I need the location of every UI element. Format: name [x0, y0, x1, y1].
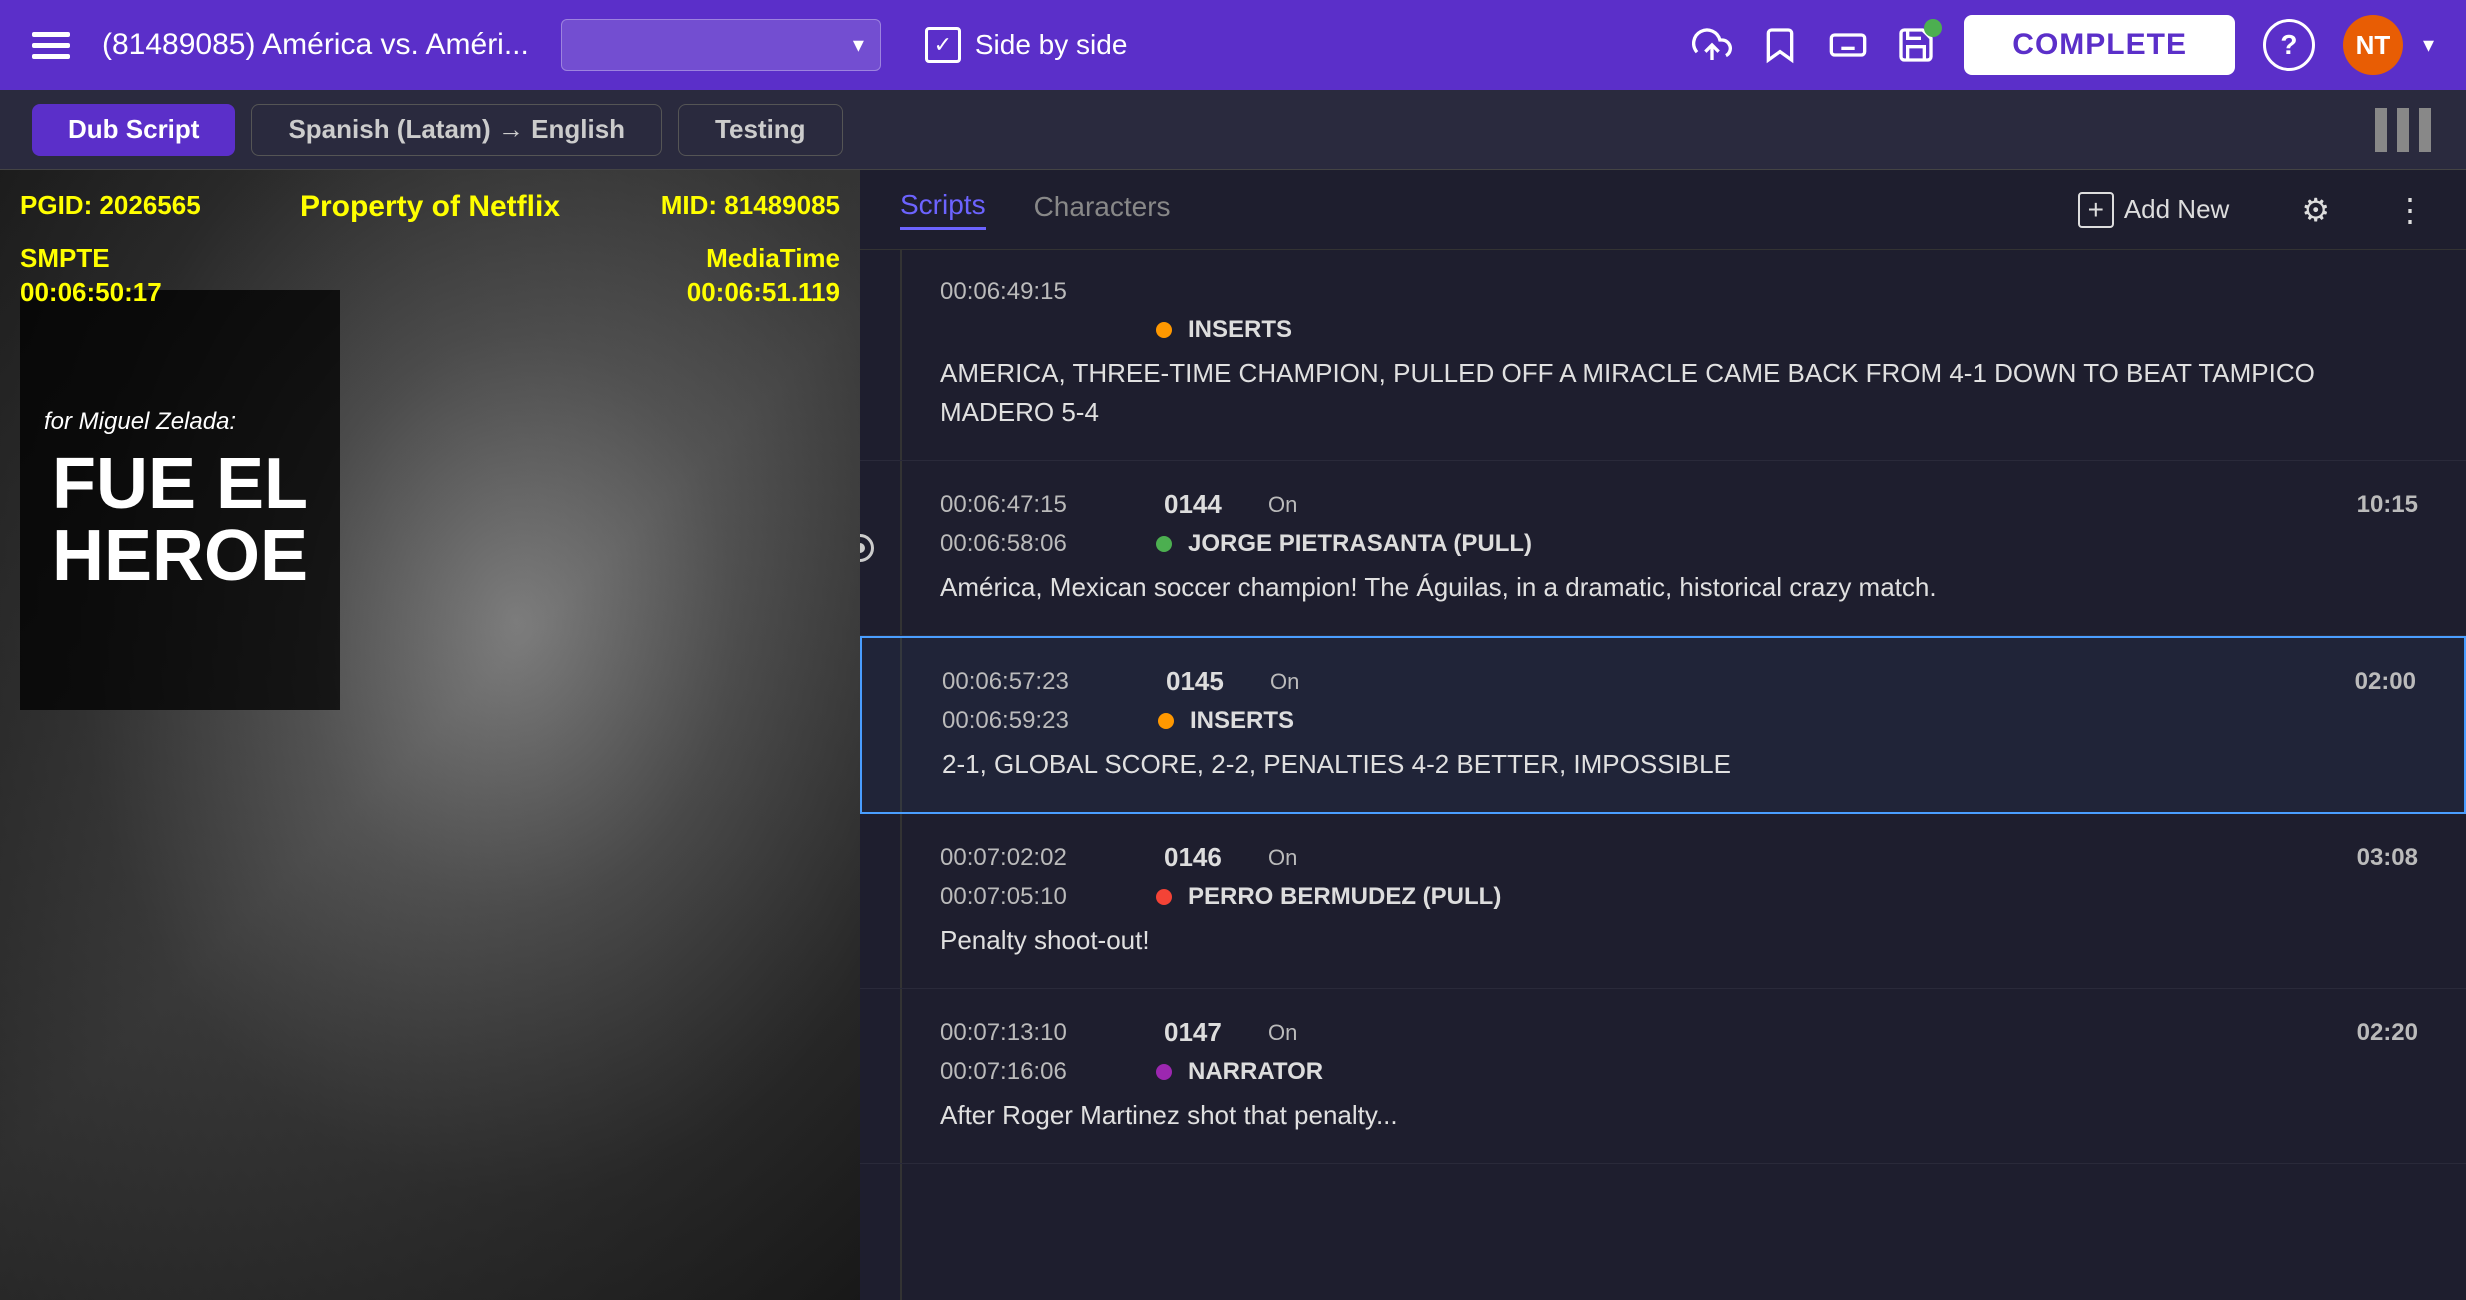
avatar-caret-icon[interactable]: ▾ — [2423, 32, 2434, 58]
timecode-in-146: 00:07:02:02 — [940, 844, 1140, 872]
bookmark-icon[interactable] — [1760, 25, 1800, 65]
script-text: AMERICA, THREE-TIME CHAMPION, PULLED OFF… — [940, 354, 2418, 432]
avatar[interactable]: NT — [2343, 15, 2403, 75]
script-text-147: After Roger Martinez shot that penalty..… — [940, 1096, 2418, 1135]
speaker-dot-147 — [1156, 1064, 1172, 1080]
top-bar: (81489085) América vs. Améri... ▾ Side b… — [0, 0, 2466, 90]
video-card-main-text: FUE EL HEROE — [44, 448, 316, 592]
speaker-name: INSERTS — [1188, 316, 1292, 344]
settings-icon[interactable]: ⚙ — [2301, 191, 2330, 229]
script-panel-header: Scripts Characters + Add New ⚙ ⋮ — [860, 170, 2466, 250]
playhead-dot — [860, 534, 874, 562]
tab-characters[interactable]: Characters — [1034, 191, 1171, 229]
timecode-in-145: 00:06:57:23 — [942, 668, 1142, 696]
hamburger-menu[interactable] — [32, 32, 70, 59]
complete-button[interactable]: COMPLETE — [1964, 15, 2235, 75]
duration-145: 02:00 — [2355, 668, 2416, 696]
speaker-name-147: NARRATOR — [1188, 1058, 1323, 1086]
status-on-146: On — [1268, 845, 1297, 871]
timecode-in: 00:06:49:15 — [940, 278, 1140, 306]
side-by-side-label: Side by side — [975, 29, 1128, 61]
timecode-out-146: 00:07:05:10 — [940, 883, 1140, 911]
script-row-inserts-header[interactable]: 00:06:49:15 INSERTS AMERICA, THREE-TIME … — [860, 250, 2466, 461]
timecode-in-144: 00:06:47:15 — [940, 491, 1140, 519]
testing-tab[interactable]: Testing — [678, 104, 843, 156]
timecode-out-145: 00:06:59:23 — [942, 707, 1142, 735]
project-title: (81489085) América vs. Améri... — [102, 28, 529, 62]
video-panel: for Miguel Zelada: FUE EL HEROE PGID: 20… — [0, 170, 860, 1300]
script-text-145: 2-1, GLOBAL SCORE, 2-2, PENALTIES 4-2 BE… — [942, 745, 2416, 784]
speaker-dot — [1156, 322, 1172, 338]
script-content: 00:06:49:15 INSERTS AMERICA, THREE-TIME … — [860, 250, 2466, 1300]
speaker-name-145: INSERTS — [1190, 707, 1294, 735]
add-new-button[interactable]: + Add New — [2078, 192, 2230, 228]
timecode-out-144: 00:06:58:06 — [940, 530, 1140, 558]
second-bar: Dub Script Spanish (Latam) → English Tes… — [0, 90, 2466, 170]
tab-scripts[interactable]: Scripts — [900, 189, 986, 230]
status-on-147: On — [1268, 1020, 1297, 1046]
side-by-side-control: Side by side — [925, 27, 1128, 63]
script-text-146: Penalty shoot-out! — [940, 921, 2418, 960]
seq-147: 0147 — [1164, 1017, 1244, 1048]
save-icon[interactable] — [1896, 25, 1936, 65]
toolbar-icons: COMPLETE ? NT ▾ — [1692, 15, 2434, 75]
script-row-146[interactable]: 00:07:02:02 0146 On 03:08 00:07:05:10 PE… — [860, 814, 2466, 989]
duration-144: 10:15 — [2357, 491, 2418, 519]
script-text-144: América, Mexican soccer champion! The Ág… — [940, 568, 2418, 607]
more-options-icon[interactable]: ⋮ — [2394, 191, 2426, 229]
help-button[interactable]: ? — [2263, 19, 2315, 71]
track-dropdown[interactable]: ▾ — [561, 19, 881, 71]
plus-icon: + — [2078, 192, 2114, 228]
upload-icon[interactable] — [1692, 25, 1732, 65]
speaker-dot-145 — [1158, 713, 1174, 729]
timecode-in-147: 00:07:13:10 — [940, 1019, 1140, 1047]
video-background: for Miguel Zelada: FUE EL HEROE PGID: 20… — [0, 170, 860, 1300]
script-panel: Scripts Characters + Add New ⚙ ⋮ 00:06:4… — [860, 170, 2466, 1300]
main-layout: for Miguel Zelada: FUE EL HEROE PGID: 20… — [0, 170, 2466, 1300]
timecode-out-147: 00:07:16:06 — [940, 1058, 1140, 1086]
save-badge — [1924, 19, 1942, 37]
speaker-name-146: PERRO BERMUDEZ (PULL) — [1188, 883, 1501, 911]
seq-145: 0145 — [1166, 666, 1246, 697]
keyboard-icon[interactable] — [1828, 25, 1868, 65]
speaker-dot-146 — [1156, 889, 1172, 905]
video-card-overlay: for Miguel Zelada: FUE EL HEROE — [20, 290, 340, 710]
seq-144: 0144 — [1164, 489, 1244, 520]
grid-view-icon[interactable] — [2372, 108, 2434, 152]
status-on-144: On — [1268, 492, 1297, 518]
script-row-145[interactable]: 00:06:57:23 0145 On 02:00 00:06:59:23 IN… — [860, 636, 2466, 814]
dub-script-tab[interactable]: Dub Script — [32, 104, 235, 156]
checkbox-icon[interactable] — [925, 27, 961, 63]
speaker-dot-144 — [1156, 536, 1172, 552]
video-card-subtitle: for Miguel Zelada: — [44, 408, 316, 436]
chevron-down-icon: ▾ — [853, 32, 864, 58]
script-row-144[interactable]: 00:06:47:15 0144 On 10:15 00:06:58:06 JO… — [860, 461, 2466, 636]
speaker-name-144: JORGE PIETRASANTA (PULL) — [1188, 530, 1532, 558]
status-on-145: On — [1270, 669, 1299, 695]
seq-146: 0146 — [1164, 842, 1244, 873]
duration-147: 02:20 — [2357, 1019, 2418, 1047]
language-tab[interactable]: Spanish (Latam) → English — [251, 104, 662, 156]
script-row-147[interactable]: 00:07:13:10 0147 On 02:20 00:07:16:06 NA… — [860, 989, 2466, 1164]
duration-146: 03:08 — [2357, 844, 2418, 872]
